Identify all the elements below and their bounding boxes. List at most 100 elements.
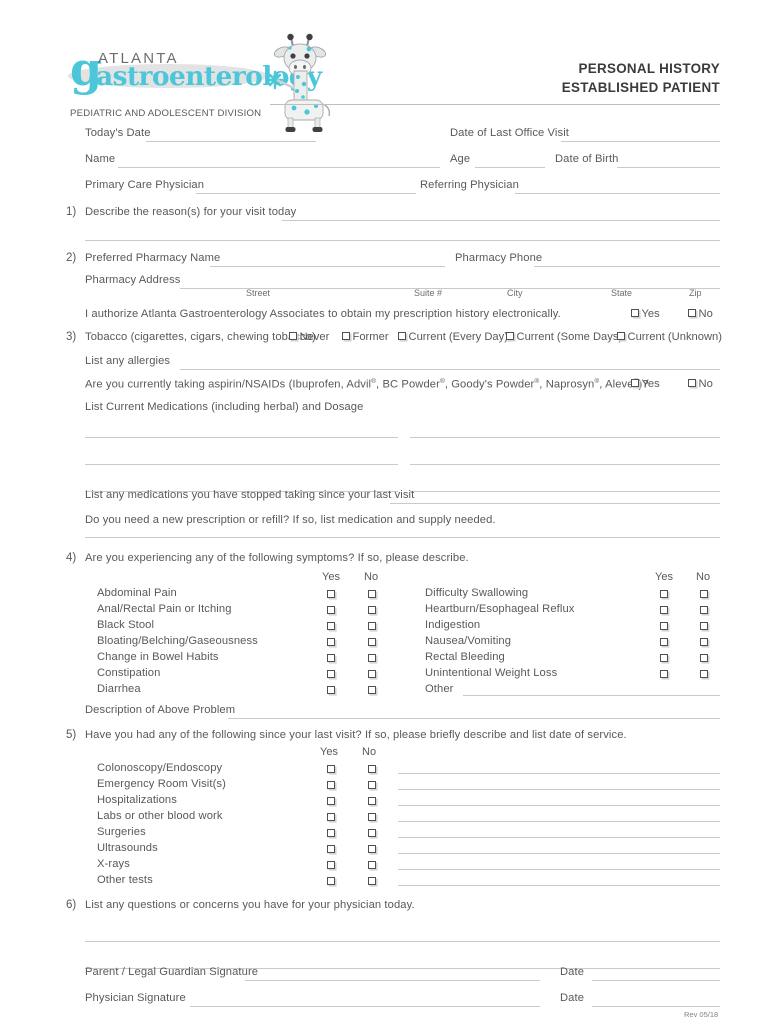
q4-symptom-left-1-no-checkbox[interactable] [368, 606, 376, 614]
q5-item-3-no-checkbox[interactable] [368, 813, 376, 821]
q5-item-1-detail-field[interactable] [398, 789, 720, 790]
field-guardian-signature[interactable] [245, 980, 540, 981]
q5-item-3-yes-checkbox[interactable] [327, 813, 335, 821]
q5-item-0-detail-field[interactable] [398, 773, 720, 774]
q4-symptom-left-6-no-checkbox[interactable] [368, 686, 376, 694]
q4-other-field[interactable] [463, 695, 720, 696]
q5-item-2-yes-checkbox[interactable] [327, 797, 335, 805]
q5-item-5-yes-checkbox[interactable] [327, 845, 335, 853]
field-medication-right-3[interactable] [410, 491, 720, 492]
field-description-above-problem[interactable] [228, 718, 720, 719]
q5-item-2-no-checkbox[interactable] [368, 797, 376, 805]
label-guardian-signature: Parent / Legal Guardian Signature [85, 966, 259, 978]
tobacco-current-unknown-checkbox[interactable] [617, 332, 625, 340]
q5-item-2-detail-field[interactable] [398, 805, 720, 806]
q5-item-4-detail-field[interactable] [398, 837, 720, 838]
field-pharmacy-name[interactable] [210, 266, 445, 267]
field-medication-left-2[interactable] [85, 464, 398, 465]
field-date-of-birth[interactable] [617, 167, 720, 168]
tobacco-option-current-some-days[interactable]: Current (Some Days) [506, 331, 622, 343]
field-allergies[interactable] [180, 369, 720, 370]
q5-item-0-no-checkbox[interactable] [368, 765, 376, 773]
q4-symptom-left-1-yes-checkbox[interactable] [327, 606, 335, 614]
field-physician-date[interactable] [592, 1006, 720, 1007]
field-pharmacy-phone[interactable] [534, 266, 720, 267]
field-date-last-office-visit[interactable] [561, 141, 720, 142]
q4-symptom-left-4-no-checkbox[interactable] [368, 654, 376, 662]
q4-symptom-right-5-no-checkbox[interactable] [700, 670, 708, 678]
authorization-yes-checkbox[interactable] [631, 309, 639, 317]
q4-symptom-right-0-yes-checkbox[interactable] [660, 590, 668, 598]
q5-item-0-yes-checkbox[interactable] [327, 765, 335, 773]
field-name[interactable] [118, 167, 440, 168]
q4-symptom-right-4-yes-checkbox[interactable] [660, 654, 668, 662]
tobacco-never-checkbox[interactable] [289, 332, 297, 340]
tobacco-option-current-every-day[interactable]: Current (Every Day) [398, 331, 508, 343]
q1-field-line2[interactable] [85, 240, 720, 241]
label-guardian-date: Date [560, 966, 585, 978]
tobacco-option-current-unknown[interactable]: Current (Unknown) [617, 331, 722, 343]
tobacco-former-checkbox[interactable] [342, 332, 350, 340]
q4-symptom-right-2-yes-checkbox[interactable] [660, 622, 668, 630]
field-age[interactable] [475, 167, 545, 168]
q5-item-7-no-checkbox[interactable] [368, 877, 376, 885]
q4-symptom-right-label: Indigestion [425, 619, 481, 631]
field-stopped-medications[interactable] [390, 503, 720, 504]
q4-symptom-right-1-yes-checkbox[interactable] [660, 606, 668, 614]
q4-symptom-right-5-yes-checkbox[interactable] [660, 670, 668, 678]
label-pharmacy-address: Pharmacy Address [85, 274, 181, 286]
field-medication-left-1[interactable] [85, 437, 398, 438]
field-physician-signature[interactable] [190, 1006, 540, 1007]
q4-symptom-left-5-yes-checkbox[interactable] [327, 670, 335, 678]
tobacco-option-never[interactable]: Never [289, 331, 329, 343]
authorization-no-option[interactable]: No [688, 308, 713, 320]
tobacco-current-some-days-checkbox[interactable] [506, 332, 514, 340]
q4-symptom-left-4-yes-checkbox[interactable] [327, 654, 335, 662]
q4-symptom-left-3-yes-checkbox[interactable] [327, 638, 335, 646]
nsaid-no-option[interactable]: No [688, 378, 713, 390]
q4-symptom-right-2-no-checkbox[interactable] [700, 622, 708, 630]
field-todays-date[interactable] [146, 141, 316, 142]
q6-field-line1[interactable] [85, 941, 720, 942]
q4-symptom-right-0-no-checkbox[interactable] [700, 590, 708, 598]
q4-symptom-left-0-no-checkbox[interactable] [368, 590, 376, 598]
q4-symptom-right-1-no-checkbox[interactable] [700, 606, 708, 614]
nsaid-no-checkbox[interactable] [688, 379, 696, 387]
q5-item-3-detail-field[interactable] [398, 821, 720, 822]
q5-item-1-no-checkbox[interactable] [368, 781, 376, 789]
q5-item-6-yes-checkbox[interactable] [327, 861, 335, 869]
nsaid-no-label: No [698, 378, 713, 390]
q4-symptom-left-2-yes-checkbox[interactable] [327, 622, 335, 630]
field-medication-right-2[interactable] [410, 464, 720, 465]
authorization-no-checkbox[interactable] [688, 309, 696, 317]
q5-item-7-yes-checkbox[interactable] [327, 877, 335, 885]
tobacco-current-every-day-checkbox[interactable] [398, 332, 406, 340]
field-primary-care-physician[interactable] [196, 193, 416, 194]
q4-symptom-left-5-no-checkbox[interactable] [368, 670, 376, 678]
q5-item-4-yes-checkbox[interactable] [327, 829, 335, 837]
nsaid-yes-label: Yes [641, 378, 660, 390]
tobacco-option-former[interactable]: Former [342, 331, 389, 343]
q5-item-6-no-checkbox[interactable] [368, 861, 376, 869]
field-refill[interactable] [85, 537, 720, 538]
q5-item-5-detail-field[interactable] [398, 853, 720, 854]
q4-symptom-left-0-yes-checkbox[interactable] [327, 590, 335, 598]
q4-symptom-right-3-no-checkbox[interactable] [700, 638, 708, 646]
q4-symptom-left-3-no-checkbox[interactable] [368, 638, 376, 646]
nsaid-yes-option[interactable]: Yes [631, 378, 660, 390]
field-medication-right-1[interactable] [410, 437, 720, 438]
q4-symptom-left-6-yes-checkbox[interactable] [327, 686, 335, 694]
q5-item-1-yes-checkbox[interactable] [327, 781, 335, 789]
authorization-yes-option[interactable]: Yes [631, 308, 660, 320]
q5-item-7-detail-field[interactable] [398, 885, 720, 886]
q1-field-line1[interactable] [282, 220, 720, 221]
q5-item-6-detail-field[interactable] [398, 869, 720, 870]
q4-symptom-right-4-no-checkbox[interactable] [700, 654, 708, 662]
nsaid-yes-checkbox[interactable] [631, 379, 639, 387]
q4-symptom-left-2-no-checkbox[interactable] [368, 622, 376, 630]
q5-item-4-no-checkbox[interactable] [368, 829, 376, 837]
q5-item-5-no-checkbox[interactable] [368, 845, 376, 853]
field-referring-physician[interactable] [515, 193, 720, 194]
q4-symptom-right-3-yes-checkbox[interactable] [660, 638, 668, 646]
field-guardian-date[interactable] [592, 980, 720, 981]
